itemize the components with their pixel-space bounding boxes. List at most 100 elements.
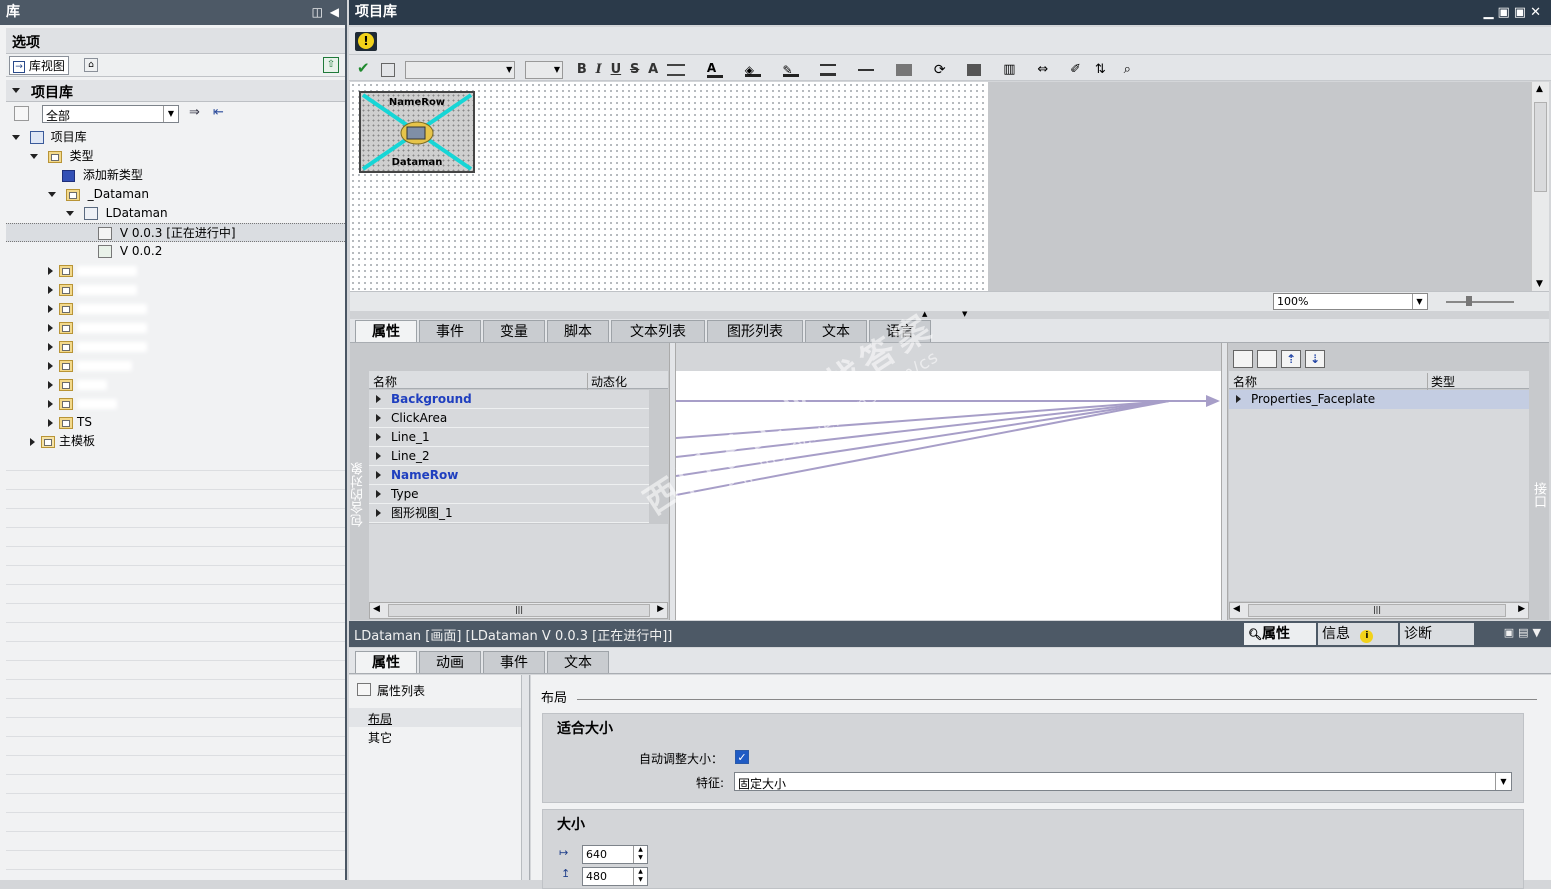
scroll-thumb[interactable] [1534, 102, 1547, 192]
spinner-icon[interactable]: ▲ ▼ [633, 868, 647, 885]
object-row[interactable]: 图形视图_1 [369, 504, 649, 523]
left-splitter[interactable] [669, 343, 676, 620]
tree-item-hidden-2[interactable] [48, 280, 137, 299]
tab-scripts[interactable]: 脚本 [547, 320, 609, 342]
bold-button[interactable]: B [577, 61, 587, 79]
paste-icon[interactable] [381, 62, 396, 77]
nav-item-layout[interactable]: 布局 [349, 708, 521, 727]
distribute-icon[interactable]: ▥ [1003, 62, 1015, 77]
inspector-tab-diagnostics[interactable]: 诊断 [1400, 623, 1474, 645]
splitter-bar[interactable]: ▲ ▼ [350, 310, 1549, 319]
move-down-icon[interactable]: ⇣ [1305, 350, 1325, 368]
zoom-slider-thumb[interactable] [1466, 296, 1472, 306]
inspector-tab-texts[interactable]: 文本 [547, 651, 609, 673]
align-icon[interactable] [667, 63, 686, 76]
inspector-tab-info[interactable]: 信息 i [1318, 623, 1398, 645]
tab-texts[interactable]: 文本 [805, 320, 867, 342]
inspector-tab-props[interactable]: 属性 [355, 651, 417, 673]
tree-item-hidden-4[interactable] [48, 318, 147, 337]
inspector-tab-animations[interactable]: 动画 [419, 651, 481, 673]
object-row[interactable]: Line_1 [369, 428, 649, 447]
scroll-thumb[interactable]: ||| [388, 604, 650, 617]
interface-row[interactable]: Properties_Faceplate [1229, 390, 1529, 409]
scroll-right-icon[interactable]: ▶ [657, 604, 664, 614]
tree-item-hidden-1[interactable] [48, 261, 137, 280]
same-size-icon[interactable]: ⇔ [1037, 62, 1048, 77]
font-family-select[interactable]: ▼ [405, 60, 516, 79]
canvas-vertical-scrollbar[interactable]: ▲ ▼ [1531, 82, 1549, 291]
italic-button[interactable]: I [596, 61, 602, 79]
faceplate-preview[interactable]: NameRow Dataman [359, 91, 475, 173]
move-up-icon[interactable]: ⇡ [1281, 350, 1301, 368]
tree-item-project-library[interactable]: 项目库 [12, 128, 87, 147]
tree-item-hidden-7[interactable] [48, 375, 107, 394]
object-row[interactable]: Line_2 [369, 447, 649, 466]
line-color-icon[interactable]: ✎ [782, 63, 799, 77]
object-row[interactable]: Background [369, 390, 649, 409]
interface-hscroll[interactable]: ◀ ||| ▶ [1229, 602, 1529, 619]
tree-item-ts[interactable]: TS [48, 413, 92, 432]
column-dynamic[interactable]: 动态化 [587, 373, 627, 390]
feature-select[interactable]: 固定大小 ▼ [734, 772, 1512, 791]
check-icon[interactable]: ✔ [357, 59, 370, 77]
tree-item-master-template[interactable]: 主模板 [30, 432, 95, 451]
scroll-down-icon[interactable]: ▼ [1536, 279, 1543, 289]
fill-color-icon[interactable]: ◈ [744, 63, 761, 77]
window-controls[interactable]: ▁▣▣✕ [1484, 0, 1545, 25]
height-field[interactable]: 480 ▲ ▼ [582, 867, 648, 886]
strikethrough-button[interactable]: S [630, 61, 639, 79]
inspector-tab-properties[interactable]: 🔍︎属性 [1244, 623, 1316, 645]
import-icon[interactable]: ⇤ [213, 105, 224, 120]
tab-events[interactable]: 事件 [419, 320, 481, 342]
tree-item-version-prev[interactable]: V 0.0.2 [98, 242, 162, 261]
spinner-icon[interactable]: ▲ ▼ [633, 846, 647, 863]
panel-pin-icon[interactable]: ◫ [312, 0, 323, 25]
scroll-up-icon[interactable]: ▲ [1536, 84, 1543, 94]
export-icon[interactable]: ⇒ [189, 105, 200, 120]
zoom-select[interactable]: 100% ▼ [1273, 293, 1428, 310]
column-type[interactable]: 类型 [1427, 373, 1455, 390]
add-event-icon[interactable] [1257, 350, 1277, 368]
format-painter-icon[interactable]: ✐ [1070, 62, 1081, 77]
column-name[interactable]: 名称 [373, 373, 397, 390]
zoom-slider[interactable] [1446, 296, 1514, 306]
font-size-up-button[interactable]: A [648, 61, 658, 79]
text-color-icon[interactable]: A [706, 61, 723, 78]
tree-item-hidden-3[interactable] [48, 299, 147, 318]
nav-item-other[interactable]: 其它 [349, 727, 521, 746]
object-row[interactable]: NameRow [369, 466, 649, 485]
warning-icon[interactable]: ! [355, 32, 377, 51]
tab-properties[interactable]: 属性 [355, 320, 417, 342]
rotate-icon[interactable]: ⟳ [934, 62, 946, 78]
inspector-window-controls[interactable]: ▣▤▼ [1504, 626, 1545, 639]
tree-item-hidden-8[interactable] [48, 394, 117, 413]
font-size-select[interactable]: ▼ [525, 60, 564, 79]
tree-item-hidden-5[interactable] [48, 337, 147, 356]
splitter-down-icon[interactable]: ▼ [962, 310, 967, 318]
object-row[interactable]: ClickArea [369, 409, 649, 428]
tree-item-ldataman[interactable]: LDataman [66, 204, 168, 223]
add-property-icon[interactable] [1233, 350, 1253, 368]
column-name[interactable]: 名称 [1233, 373, 1257, 390]
tab-text-lists[interactable]: 文本列表 [611, 320, 705, 342]
splitter-up-icon[interactable]: ▲ [922, 310, 927, 318]
filter-select[interactable]: 全部 ▼ [42, 105, 179, 123]
property-list-label[interactable]: 属性列表 [377, 682, 425, 699]
contained-objects-hscroll[interactable]: ◀ ||| ▶ [369, 602, 668, 619]
arrange-icon[interactable] [896, 63, 913, 76]
tree-item-add-new-type[interactable]: 添加新类型 [62, 166, 143, 185]
right-splitter[interactable] [1221, 343, 1228, 620]
tab-graphic-lists[interactable]: 图形列表 [707, 320, 803, 342]
library-view-button[interactable]: → 库视图 [9, 56, 69, 75]
tree-item-types[interactable]: 类型 [30, 147, 94, 166]
line-width-icon[interactable] [820, 63, 837, 76]
scroll-left-icon[interactable]: ◀ [1233, 604, 1240, 614]
scroll-thumb[interactable]: ||| [1248, 604, 1506, 617]
scroll-left-icon[interactable]: ◀ [373, 604, 380, 614]
new-folder-icon[interactable] [14, 106, 29, 121]
inspector-nav-splitter[interactable] [522, 675, 530, 880]
inspector-tab-events[interactable]: 事件 [483, 651, 545, 673]
tab-languages[interactable]: 语言 [869, 320, 931, 342]
line-style-icon[interactable] [858, 68, 875, 71]
tree-item-version-current[interactable]: V 0.0.3 [正在进行中] [6, 223, 345, 242]
